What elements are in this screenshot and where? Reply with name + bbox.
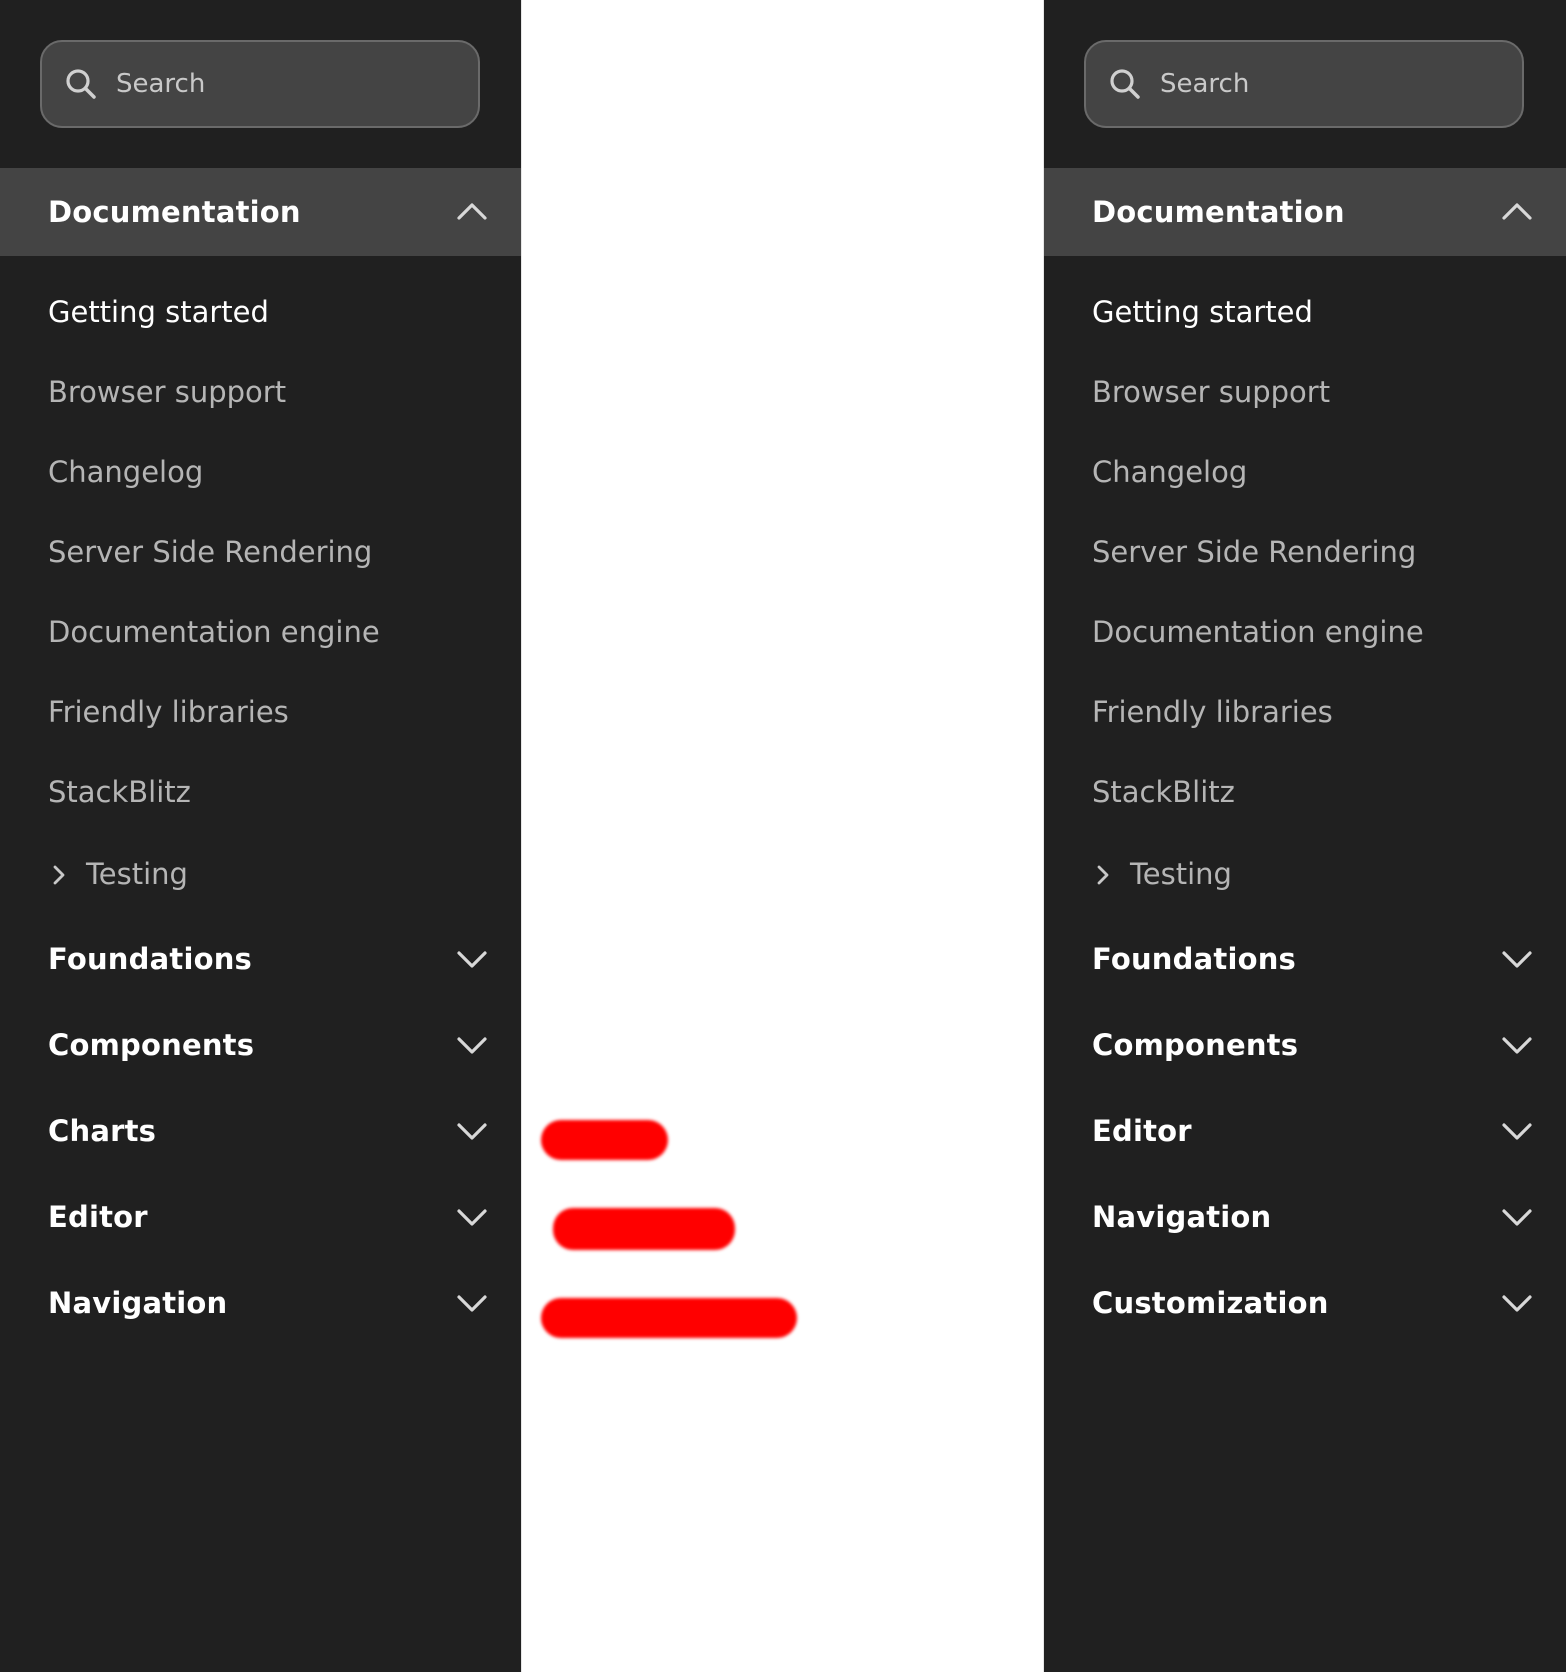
section-foundations[interactable]: Foundations (0, 916, 521, 1002)
nav-item-documentation-engine[interactable]: Documentation engine (0, 592, 521, 672)
chevron-up-icon (455, 195, 489, 229)
section-title: Components (48, 1028, 255, 1062)
section-customization[interactable]: Customization (1044, 1260, 1566, 1346)
redacted-mark (541, 1120, 668, 1160)
section-title: Documentation (48, 195, 301, 229)
chevron-down-icon (455, 1286, 489, 1320)
doc-items: Getting started Browser support Changelo… (0, 272, 521, 916)
nav-item-friendly-libraries[interactable]: Friendly libraries (1044, 672, 1566, 752)
section-charts[interactable]: Charts (0, 1088, 521, 1174)
collapsed-sections: Foundations Components Charts Editor Nav… (0, 916, 521, 1346)
nav-item-ssr[interactable]: Server Side Rendering (1044, 512, 1566, 592)
nav-group-testing[interactable]: Testing (0, 832, 521, 916)
nav-item-getting-started[interactable]: Getting started (0, 272, 521, 352)
chevron-down-icon (455, 1114, 489, 1148)
search-icon (1108, 67, 1142, 101)
section-navigation[interactable]: Navigation (0, 1260, 521, 1346)
doc-items: Getting started Browser support Changelo… (1044, 272, 1566, 916)
section-components[interactable]: Components (0, 1002, 521, 1088)
nav-item-changelog[interactable]: Changelog (1044, 432, 1566, 512)
nav-group-testing[interactable]: Testing (1044, 832, 1566, 916)
chevron-down-icon (1500, 1114, 1534, 1148)
nav-item-ssr[interactable]: Server Side Rendering (0, 512, 521, 592)
section-editor[interactable]: Editor (0, 1174, 521, 1260)
chevron-right-icon (46, 861, 72, 887)
nav-group-label: Testing (1130, 857, 1232, 891)
search-icon (64, 67, 98, 101)
chevron-down-icon (455, 1028, 489, 1062)
collapsed-sections: Foundations Components Editor Navigation… (1044, 916, 1566, 1346)
section-title: Foundations (1092, 942, 1297, 976)
section-title: Editor (48, 1200, 148, 1234)
section-title: Customization (1092, 1286, 1329, 1320)
chevron-down-icon (1500, 942, 1534, 976)
nav-item-changelog[interactable]: Changelog (0, 432, 521, 512)
search-box[interactable] (40, 40, 480, 128)
nav-item-stackblitz[interactable]: StackBlitz (1044, 752, 1566, 832)
nav-item-getting-started[interactable]: Getting started (1044, 272, 1566, 352)
redacted-mark (553, 1208, 735, 1250)
nav-item-friendly-libraries[interactable]: Friendly libraries (0, 672, 521, 752)
search-input[interactable] (1160, 69, 1500, 99)
nav-item-browser-support[interactable]: Browser support (0, 352, 521, 432)
diff-panel (521, 0, 1044, 1672)
section-navigation[interactable]: Navigation (1044, 1174, 1566, 1260)
section-title: Charts (48, 1114, 157, 1148)
section-components[interactable]: Components (1044, 1002, 1566, 1088)
section-title: Foundations (48, 942, 253, 976)
section-title: Navigation (1092, 1200, 1272, 1234)
nav-item-browser-support[interactable]: Browser support (1044, 352, 1566, 432)
section-title: Documentation (1092, 195, 1345, 229)
nav-item-documentation-engine[interactable]: Documentation engine (1044, 592, 1566, 672)
search-input[interactable] (116, 69, 456, 99)
page: Documentation Getting started Browser su… (0, 0, 1566, 1672)
section-foundations[interactable]: Foundations (1044, 916, 1566, 1002)
chevron-down-icon (1500, 1028, 1534, 1062)
chevron-down-icon (1500, 1200, 1534, 1234)
right-sidebar: Documentation Getting started Browser su… (1044, 0, 1566, 1672)
section-title: Navigation (48, 1286, 228, 1320)
nav-group-label: Testing (86, 857, 188, 891)
chevron-down-icon (455, 942, 489, 976)
section-documentation[interactable]: Documentation (0, 168, 521, 256)
chevron-up-icon (1500, 195, 1534, 229)
chevron-down-icon (1500, 1286, 1534, 1320)
section-documentation[interactable]: Documentation (1044, 168, 1566, 256)
search-box[interactable] (1084, 40, 1524, 128)
section-title: Editor (1092, 1114, 1192, 1148)
redacted-mark (541, 1298, 797, 1338)
chevron-down-icon (455, 1200, 489, 1234)
chevron-right-icon (1090, 861, 1116, 887)
section-editor[interactable]: Editor (1044, 1088, 1566, 1174)
left-sidebar: Documentation Getting started Browser su… (0, 0, 521, 1672)
nav-item-stackblitz[interactable]: StackBlitz (0, 752, 521, 832)
section-title: Components (1092, 1028, 1299, 1062)
